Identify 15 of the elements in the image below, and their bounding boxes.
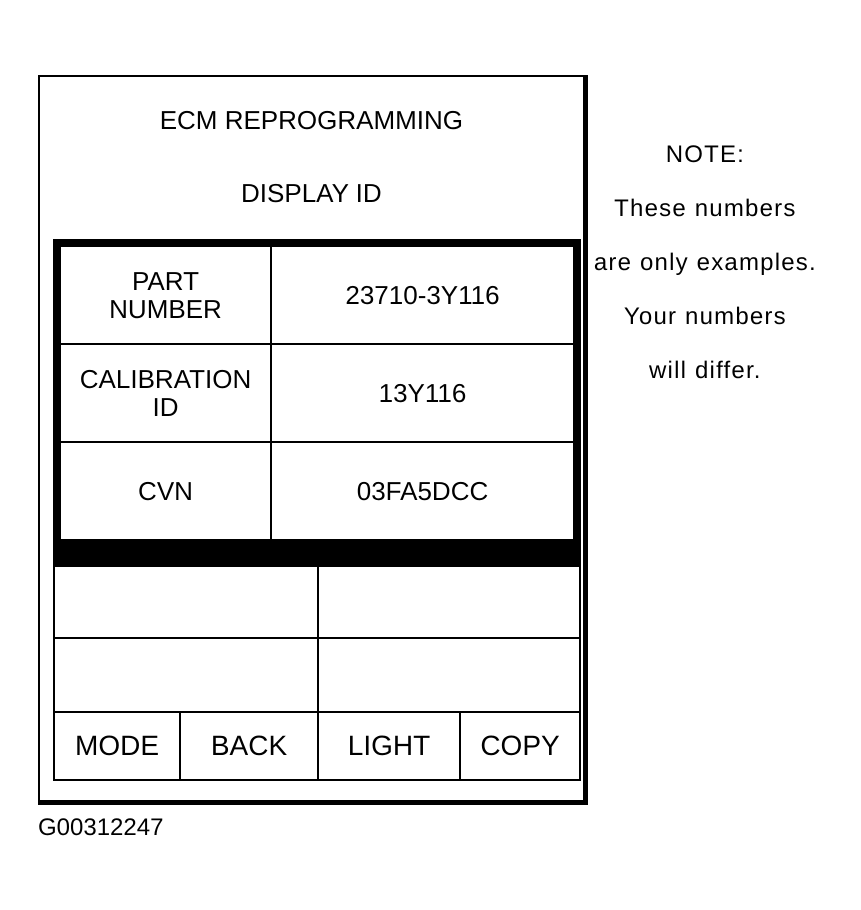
soft-key-button[interactable]: COPY [461, 713, 579, 779]
screen-subtitle: DISPLAY ID [240, 178, 383, 208]
screen-title: ECM REPROGRAMMING [158, 105, 464, 135]
note-heading: NOTE: [664, 140, 746, 170]
value-cell: 03FA5DCC [272, 443, 573, 539]
value-cell: 13Y116 [272, 345, 573, 441]
soft-key-button[interactable]: LIGHT [319, 713, 459, 779]
label-cell: CVN [61, 443, 270, 539]
note-text: These numbers are only examples. Your numbers will differ. [592, 194, 818, 386]
label-cell: CALIBRATION ID [61, 345, 270, 441]
soft-key-button[interactable]: MODE [55, 713, 179, 779]
figure-id: G00312247 [38, 814, 164, 842]
value-cell: 23710-3Y116 [272, 247, 573, 343]
soft-key-button[interactable]: BACK [181, 713, 317, 779]
label-cell: PART NUMBER [61, 247, 270, 343]
